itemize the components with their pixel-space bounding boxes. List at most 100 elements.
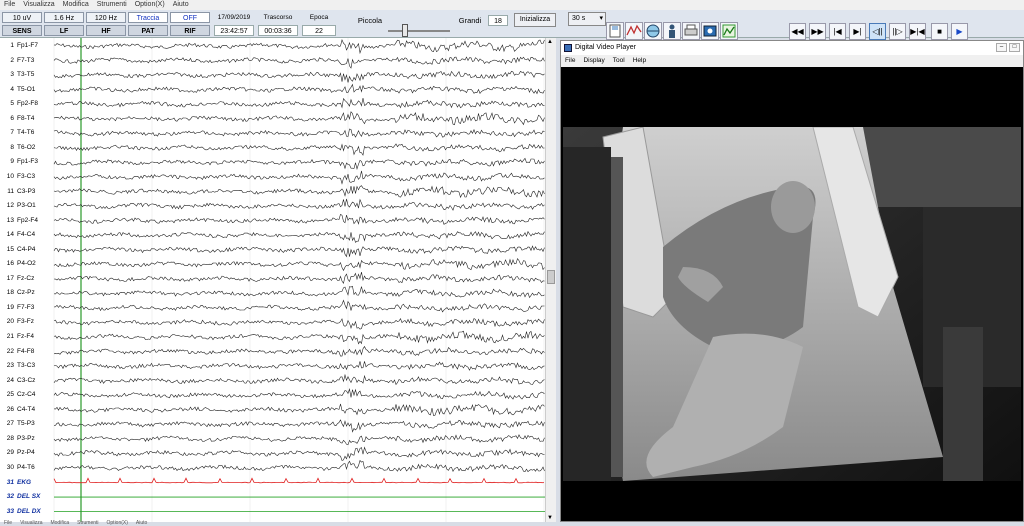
- maximize-icon[interactable]: □: [1009, 43, 1020, 52]
- go-start-button[interactable]: |◀: [829, 23, 846, 40]
- menu-options[interactable]: Option(X): [135, 0, 165, 10]
- menu-file[interactable]: File: [4, 0, 15, 10]
- video-menu-display[interactable]: Display: [583, 55, 604, 67]
- hf-value[interactable]: 120 Hz: [86, 12, 126, 23]
- globe-icon[interactable]: [644, 22, 662, 40]
- eeg-channel-trace: [53, 143, 545, 156]
- menu-tools[interactable]: Strumenti: [97, 0, 127, 10]
- channel-label[interactable]: 3 T3-T5: [2, 71, 52, 79]
- channel-label[interactable]: 6 F8-T4: [2, 115, 52, 123]
- channel-label[interactable]: 4 T5-O1: [2, 86, 52, 94]
- channel-name: F8-T4: [17, 114, 35, 122]
- channel-label[interactable]: 8 T6-O2: [2, 144, 52, 152]
- video-frame[interactable]: [563, 127, 1021, 481]
- video-menu-tool[interactable]: Tool: [613, 55, 625, 67]
- save-icon[interactable]: [606, 22, 624, 40]
- video-app-icon: [564, 44, 572, 52]
- spectrum-icon[interactable]: [720, 22, 738, 40]
- initialize-button[interactable]: Inizializza: [514, 13, 556, 27]
- channel-label[interactable]: 32 DEL SX: [2, 493, 52, 501]
- bottom-menu-help[interactable]: Aiuto: [136, 521, 147, 526]
- channel-label[interactable]: 5 Fp2-F8: [2, 100, 52, 108]
- channel-label[interactable]: 33 DEL DX: [2, 508, 52, 516]
- channel-label[interactable]: 7 T4-T6: [2, 129, 52, 137]
- channel-labels: 1 Fp1-F7 2 F7-T3 3 T3-T5 4 T5-O1 5 Fp2-F8 6 F8-T4 7 T…: [0, 38, 52, 522]
- video-menu-file[interactable]: File: [565, 55, 575, 67]
- channel-label[interactable]: 9 Fp1-F3: [2, 158, 52, 166]
- eeg-waveforms[interactable]: [0, 38, 556, 522]
- menu-help[interactable]: Aiuto: [173, 0, 189, 10]
- channel-label[interactable]: 25 Cz-C4: [2, 391, 52, 399]
- channel-label[interactable]: 15 C4-P4: [2, 246, 52, 254]
- forward-fast-button[interactable]: ▶▶: [809, 23, 826, 40]
- bottom-menu-options[interactable]: Option(X): [107, 521, 128, 526]
- channel-name: EKG: [17, 478, 32, 486]
- channel-label[interactable]: 16 P4-O2: [2, 260, 52, 268]
- hf-button[interactable]: HF: [86, 25, 126, 36]
- channel-label[interactable]: 26 C4-T4: [2, 406, 52, 414]
- channel-label[interactable]: 2 F7-T3: [2, 57, 52, 65]
- channel-number: 7: [10, 129, 14, 137]
- scroll-thumb[interactable]: [547, 270, 555, 284]
- rif-value[interactable]: OFF: [170, 12, 210, 23]
- channel-label[interactable]: 28 P3-Pz: [2, 435, 52, 443]
- bottom-menu-edit[interactable]: Modifica: [50, 521, 69, 526]
- channel-label[interactable]: 10 F3-C3: [2, 173, 52, 181]
- pat-button[interactable]: PAT: [128, 25, 168, 36]
- channel-label[interactable]: 20 F3-Fz: [2, 318, 52, 326]
- pat-value[interactable]: Traccia: [128, 12, 168, 23]
- video-title-bar: Digital Video Player – □: [561, 41, 1023, 55]
- bottom-menu-tools[interactable]: Strumenti: [77, 521, 98, 526]
- channel-label[interactable]: 19 F7-F3: [2, 304, 52, 312]
- channel-label[interactable]: 13 Fp2-F4: [2, 217, 52, 225]
- channel-label[interactable]: 23 T3-C3: [2, 362, 52, 370]
- channel-label[interactable]: 21 Fz-F4: [2, 333, 52, 341]
- rif-button[interactable]: RIF: [170, 25, 210, 36]
- channel-label[interactable]: 30 P4-T6: [2, 464, 52, 472]
- size-slider-track[interactable]: [388, 30, 450, 32]
- eeg-trace-panel[interactable]: [0, 38, 556, 522]
- lf-button[interactable]: LF: [44, 25, 84, 36]
- print-icon[interactable]: [682, 22, 700, 40]
- bottom-menu-file[interactable]: File: [4, 521, 12, 526]
- eeg-vertical-scrollbar[interactable]: ▲ ▼: [545, 38, 556, 522]
- menu-edit[interactable]: Modifica: [63, 0, 89, 10]
- channel-label[interactable]: 11 C3-P3: [2, 188, 52, 196]
- eeg-channel-trace: [53, 446, 545, 461]
- play-button[interactable]: ▶: [951, 23, 968, 40]
- channel-label[interactable]: 12 P3-O1: [2, 202, 52, 210]
- size-slider-thumb[interactable]: [402, 24, 408, 37]
- montage-icon[interactable]: [625, 22, 643, 40]
- bottom-menu-view[interactable]: Visualizza: [20, 521, 42, 526]
- channel-label[interactable]: 17 Fz-Cz: [2, 275, 52, 283]
- size-value[interactable]: 18: [488, 15, 508, 26]
- rewind-fast-button[interactable]: ◀◀: [789, 23, 806, 40]
- stop-button[interactable]: ■: [931, 23, 948, 40]
- go-end-button[interactable]: ▶|: [849, 23, 866, 40]
- size-large-label: Grandi: [458, 16, 482, 25]
- channel-label[interactable]: 24 C3-Cz: [2, 377, 52, 385]
- scroll-up-icon[interactable]: ▲: [547, 39, 553, 45]
- chevron-down-icon: ▾: [599, 15, 603, 22]
- channel-label[interactable]: 27 T5-P3: [2, 420, 52, 428]
- channel-label[interactable]: 31 EKG: [2, 479, 52, 487]
- sync-button[interactable]: ▶|◀: [909, 23, 926, 40]
- sens-value[interactable]: 10 uV: [2, 12, 42, 23]
- channel-label[interactable]: 1 Fp1-F7: [2, 42, 52, 50]
- eeg-channel-trace: [53, 272, 545, 285]
- channel-label[interactable]: 14 F4-C4: [2, 231, 52, 239]
- page-time-select[interactable]: 30 s ▾: [568, 12, 606, 26]
- channel-name: F7-T3: [17, 56, 35, 64]
- channel-label[interactable]: 18 Cz-Pz: [2, 289, 52, 297]
- patient-icon[interactable]: [663, 22, 681, 40]
- menu-view[interactable]: Visualizza: [23, 0, 54, 10]
- lf-value[interactable]: 1.6 Hz: [44, 12, 84, 23]
- video-icon[interactable]: [701, 22, 719, 40]
- minimize-icon[interactable]: –: [996, 43, 1007, 52]
- video-menu-help[interactable]: Help: [633, 55, 646, 67]
- step-back-button[interactable]: ◁||: [869, 23, 886, 40]
- channel-label[interactable]: 29 Pz-P4: [2, 449, 52, 457]
- step-forward-button[interactable]: ||▷: [889, 23, 906, 40]
- sens-button[interactable]: SENS: [2, 25, 42, 36]
- channel-label[interactable]: 22 F4-F8: [2, 348, 52, 356]
